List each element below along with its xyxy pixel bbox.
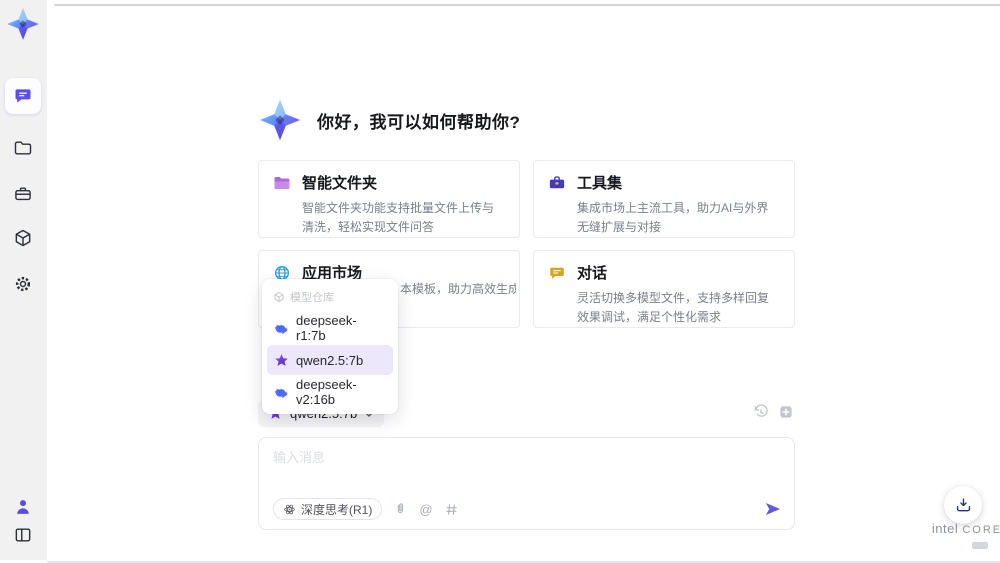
repo-icon <box>274 291 284 303</box>
chat-bubble-icon <box>550 267 564 279</box>
assistant-logo-icon <box>257 97 303 143</box>
card-toolset[interactable]: 工具集 集成市场上主流工具，助力AI与外界无缝扩展与对接 <box>533 160 795 238</box>
top-divider <box>54 4 1000 6</box>
card-description: 本模板，助力高效生成多 <box>400 282 516 296</box>
card-title: 对话 <box>577 265 608 282</box>
paperclip-icon <box>398 502 404 513</box>
sidebar-item-panel[interactable] <box>5 517 41 553</box>
deep-think-toggle[interactable]: 深度思考(R1) <box>273 498 383 520</box>
card-title: 工具集 <box>577 175 623 192</box>
card-dialogue[interactable]: 对话 灵活切换多模型文件，支持多样回复效果调试，满足个性化需求 <box>533 250 795 328</box>
intel-wordmark: intel <box>931 521 959 536</box>
cube-icon <box>15 229 31 247</box>
sidebar-item-toolbox[interactable] <box>5 176 41 212</box>
message-input[interactable] <box>273 447 773 491</box>
attach-file-button[interactable] <box>393 502 408 517</box>
card-description: 灵活切换多模型文件，支持多样回复效果调试，满足个性化需求 <box>577 291 770 324</box>
gear-icon <box>15 276 31 292</box>
model-dropdown-header: 模型仓库 <box>267 284 393 311</box>
core-wordmark: core <box>962 524 1000 536</box>
user-icon <box>17 500 29 514</box>
sidebar-item-settings[interactable] <box>5 266 41 302</box>
ultra-badge <box>972 542 988 549</box>
grid-hash-icon <box>445 503 457 515</box>
app-logo-icon <box>5 6 41 42</box>
intel-core-logo: intel core <box>931 521 1000 554</box>
prompt-library-button[interactable] <box>444 502 459 517</box>
greeting: 你好，我可以如何帮助你? <box>257 97 520 143</box>
sidebar-item-apps[interactable] <box>5 220 41 256</box>
panel-layout-icon <box>15 528 31 542</box>
model-option-deepseek-v2[interactable]: deepseek-v2:16b <box>267 377 393 407</box>
model-dropdown: 模型仓库 deepseek-r1:7b qwen2.5:7b deepseek-… <box>262 279 398 414</box>
app-window: 你好，我可以如何帮助你? 智能文件夹 智能文件夹功能支持批量文件上传与清洗，轻松… <box>0 0 1000 563</box>
download-icon <box>956 497 970 511</box>
deepseek-whale-icon <box>275 324 288 334</box>
atom-icon <box>284 504 295 514</box>
chat-header-icons <box>753 404 794 420</box>
model-option-qwen[interactable]: qwen2.5:7b <box>267 345 393 375</box>
card-description: 智能文件夹功能支持批量文件上传与清洗，轻松实现文件问答 <box>302 201 495 234</box>
model-option-deepseek-r1[interactable]: deepseek-r1:7b <box>267 313 393 343</box>
sidebar-item-chat[interactable] <box>5 78 41 114</box>
new-chat-icon[interactable] <box>778 404 794 420</box>
card-smart-folder[interactable]: 智能文件夹 智能文件夹功能支持批量文件上传与清洗，轻松实现文件问答 <box>258 160 520 238</box>
folder-icon <box>274 176 290 189</box>
sidebar <box>0 0 47 560</box>
send-button[interactable] <box>764 500 782 518</box>
main-content: 你好，我可以如何帮助你? 智能文件夹 智能文件夹功能支持批量文件上传与清洗，轻松… <box>47 0 1000 563</box>
chat-icon <box>15 89 31 103</box>
sidebar-item-folders[interactable] <box>5 130 41 166</box>
card-title: 智能文件夹 <box>302 175 378 192</box>
download-button[interactable] <box>944 486 982 524</box>
folder-icon <box>14 141 32 155</box>
input-toolbar: 深度思考(R1) @ <box>273 498 782 520</box>
card-description: 集成市场上主流工具，助力AI与外界无缝扩展与对接 <box>577 201 769 234</box>
briefcase-icon <box>549 175 565 188</box>
briefcase-icon <box>15 187 31 201</box>
qwen-icon <box>275 353 288 366</box>
greeting-text: 你好，我可以如何帮助你? <box>317 112 521 132</box>
mention-button[interactable]: @ <box>419 503 432 516</box>
history-icon[interactable] <box>753 404 769 420</box>
deepseek-whale-icon <box>275 388 288 398</box>
chat-input-box: 深度思考(R1) @ <box>258 437 795 530</box>
